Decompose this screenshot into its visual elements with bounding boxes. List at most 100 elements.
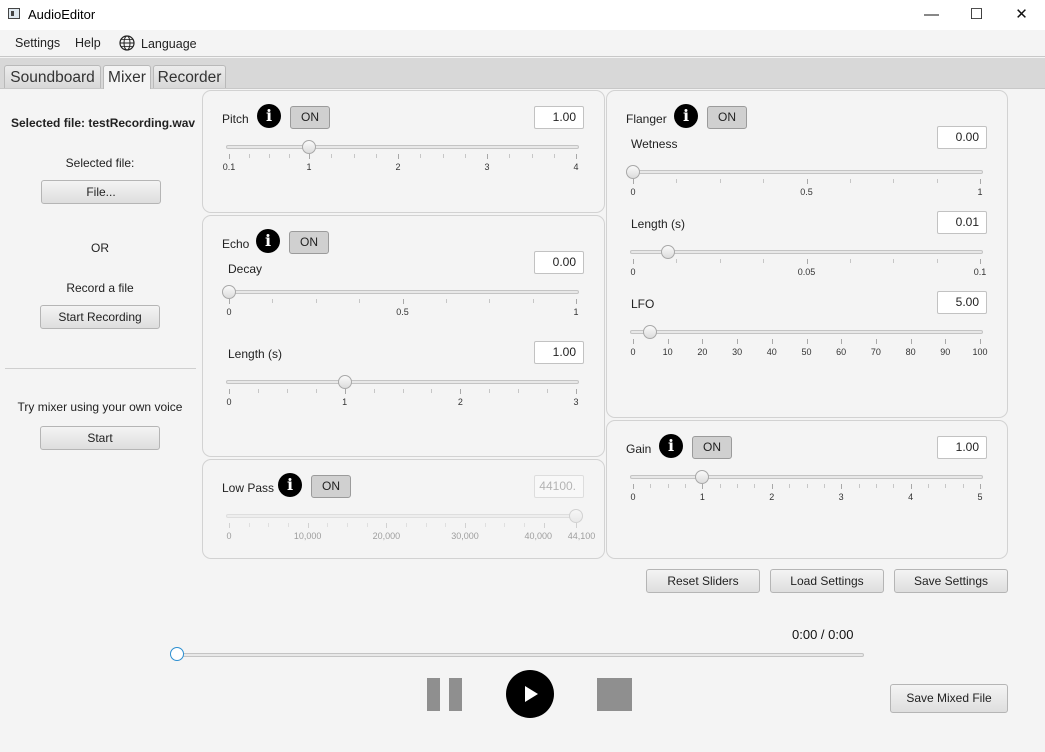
slider-minor-tick [936,259,938,263]
info-icon[interactable]: i [659,434,683,458]
maximize-button[interactable]: ☐ [954,0,999,30]
gain-title: Gain [626,442,652,456]
slider-thumb[interactable] [626,165,640,179]
lowpass-title: Low Pass [222,481,275,495]
slider-tick-label: 0 [226,307,232,317]
slider-tick [945,339,947,344]
stop-button[interactable] [597,678,632,711]
globe-icon [119,35,135,51]
slider-tick [229,154,230,159]
slider-tick [402,299,404,304]
slider-tick-label: 3 [838,492,844,502]
save-mixed-file-button[interactable]: Save Mixed File [890,684,1008,713]
flanger-length-field[interactable]: 0.01 [937,211,987,234]
slider-tick-label: 0 [226,397,232,407]
slider-minor-tick [754,484,756,488]
slider-track[interactable] [226,290,579,294]
slider-track[interactable] [630,170,983,174]
time-readout: 0:00 / 0:00 [792,627,854,642]
slider-minor-tick [719,259,721,263]
info-icon[interactable]: i [256,229,280,253]
slider-minor-tick [893,259,895,263]
slider-track[interactable] [630,250,983,254]
slider-tick [806,339,808,344]
menu-help[interactable]: Help [75,36,101,50]
pitch-toggle[interactable]: ON [290,106,330,129]
slider-thumb[interactable] [222,285,236,299]
slider-tick [667,339,669,344]
slider-minor-tick [763,179,765,183]
slider-minor-tick [737,484,739,488]
slider-track[interactable] [630,330,983,334]
slider-minor-tick [402,389,404,393]
slider-minor-tick [875,484,877,488]
slider-thumb[interactable] [569,509,583,523]
slider-track[interactable] [630,475,983,479]
flanger-toggle[interactable]: ON [707,106,747,129]
slider-tick-label: 30 [732,347,743,357]
gain-value-field[interactable]: 1.00 [937,436,987,459]
lowpass-toggle[interactable]: ON [311,475,351,498]
info-icon[interactable]: i [674,104,698,128]
info-icon[interactable]: i [257,104,281,128]
play-icon [506,670,554,718]
slider-minor-tick [719,484,721,488]
tab-recorder[interactable]: Recorder [153,65,226,88]
slider-minor-tick [331,154,333,158]
pitch-value-field[interactable]: 1.00 [534,106,584,129]
slider-minor-tick [893,484,895,488]
slider-thumb[interactable] [302,140,317,154]
seek-bar[interactable] [177,653,864,657]
title-bar [0,0,1045,30]
menu-settings[interactable]: Settings [15,36,60,50]
slider-track[interactable] [226,380,579,384]
slider-thumb[interactable] [660,245,675,259]
slider-tick [460,389,462,394]
tab-soundboard[interactable]: Soundboard [4,65,101,88]
start-button[interactable]: Start [40,426,160,450]
echo-toggle[interactable]: ON [289,231,329,254]
load-settings-button[interactable]: Load Settings [770,569,884,593]
menu-language[interactable]: Language [141,37,197,51]
gain-toggle[interactable]: ON [692,436,732,459]
echo-length-field[interactable]: 1.00 [534,341,584,364]
record-label: Record a file [66,281,134,295]
slider-minor-tick [927,484,929,488]
slider-minor-tick [823,484,825,488]
reset-sliders-button[interactable]: Reset Sliders [646,569,760,593]
slider-minor-tick [962,484,964,488]
slider-minor-tick [288,523,289,527]
save-settings-button[interactable]: Save Settings [894,569,1008,593]
pause-button[interactable] [427,678,462,711]
slider-minor-tick [553,154,555,158]
close-button[interactable]: ✕ [999,0,1044,30]
slider-tick-label: 90 [940,347,951,357]
or-label: OR [91,241,109,255]
slider-tick-label: 40,000 [524,531,552,541]
echo-decay-field[interactable]: 0.00 [534,251,584,274]
slider-tick-label: 5 [977,492,983,502]
slider-tick [229,523,230,528]
flanger-lfo-field[interactable]: 5.00 [937,291,987,314]
slider-track[interactable] [226,145,579,149]
file-button[interactable]: File... [41,180,161,204]
start-recording-button[interactable]: Start Recording [40,305,160,329]
flanger-wetness-field[interactable]: 0.00 [937,126,987,149]
slider-minor-tick [359,299,361,303]
slider-minor-tick [489,389,491,393]
minimize-button[interactable]: — [909,0,954,30]
info-icon[interactable]: i [278,473,302,497]
slider-minor-tick [763,259,765,263]
slider-tick [229,299,230,304]
slider-track[interactable] [226,514,579,518]
slider-minor-tick [849,179,851,183]
tab-mixer[interactable]: Mixer [103,65,151,89]
slider-minor-tick [531,154,533,158]
seek-thumb[interactable] [170,647,184,661]
play-button[interactable] [506,670,554,718]
lowpass-value-field[interactable]: 44100. [534,475,584,498]
slider-minor-tick [509,154,511,158]
slider-tick [398,154,400,159]
slider-thumb[interactable] [337,375,352,389]
slider-tick [702,339,704,344]
